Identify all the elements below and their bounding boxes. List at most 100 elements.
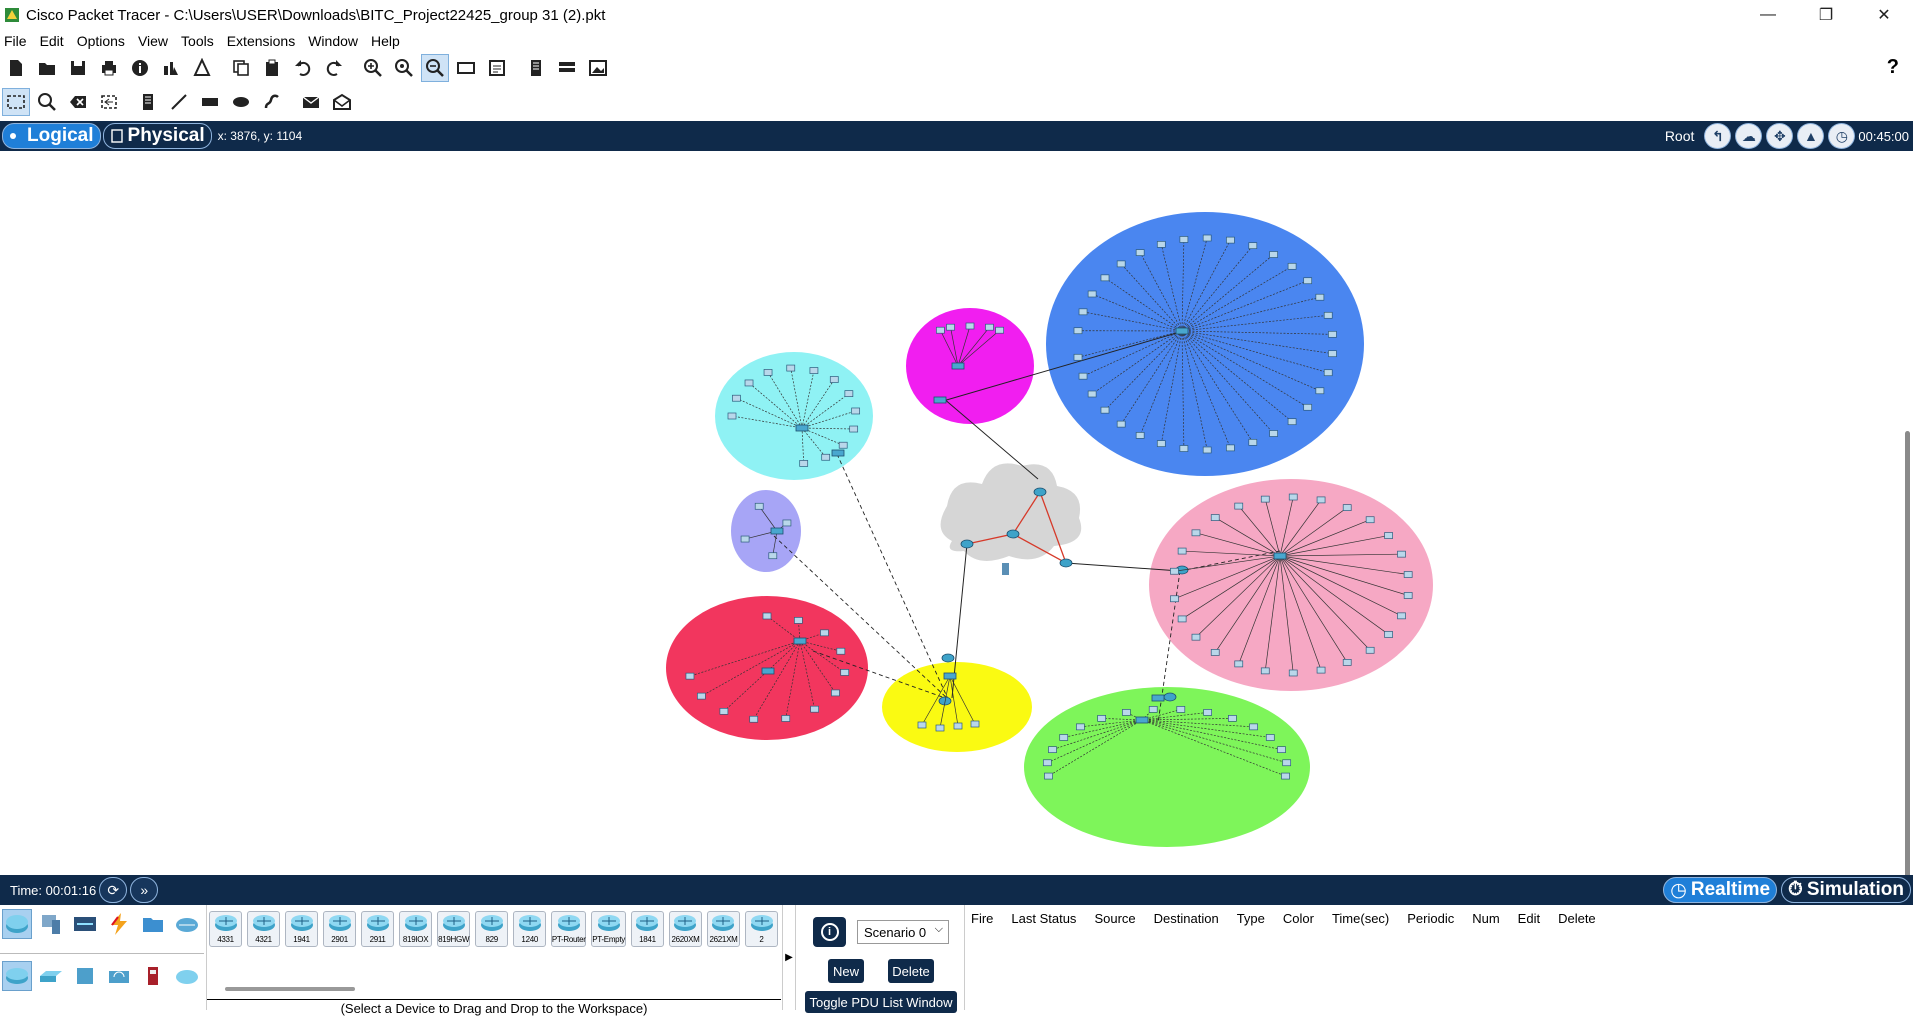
tab-logical[interactable]: Logical (2, 123, 101, 149)
print-icon[interactable] (95, 54, 123, 82)
connections-icon[interactable] (104, 909, 134, 939)
end-devices-icon[interactable] (36, 909, 66, 939)
network-topology[interactable] (0, 151, 1913, 875)
device-button[interactable]: 2620XM (669, 911, 702, 947)
device-button[interactable]: 829 (475, 911, 508, 947)
device-button[interactable]: 819HGW (437, 911, 470, 947)
custom-device-icon[interactable] (483, 54, 511, 82)
cloud-icon[interactable]: ☁ (1735, 123, 1762, 149)
routers-icon[interactable] (2, 961, 32, 991)
paste-icon[interactable] (258, 54, 286, 82)
rectangle-icon[interactable] (196, 88, 224, 116)
menu-view[interactable]: View (134, 33, 177, 49)
host-icon (1316, 388, 1324, 394)
move-icon[interactable]: ✥ (1766, 123, 1793, 149)
hubs-icon[interactable] (70, 961, 100, 991)
open-icon[interactable] (33, 54, 61, 82)
device-button[interactable]: 2911 (361, 911, 394, 947)
fast-forward-icon[interactable]: » (130, 877, 158, 903)
zoom-out-icon[interactable] (421, 54, 449, 82)
host-icon (996, 327, 1004, 333)
panel-splitter[interactable]: ▶ (782, 905, 796, 1010)
host-icon (720, 708, 728, 714)
new-scenario-button[interactable]: New (828, 959, 864, 983)
realtime-button[interactable]: ◷ Realtime (1663, 877, 1777, 903)
menu-tools[interactable]: Tools (177, 33, 223, 49)
undo-icon[interactable] (289, 54, 317, 82)
network-wizard-icon[interactable] (157, 54, 185, 82)
multiuser-icon[interactable] (172, 909, 202, 939)
device-button[interactable]: 2621XM (707, 911, 740, 947)
device-button[interactable]: 4321 (247, 911, 280, 947)
device-button[interactable]: 1841 (631, 911, 664, 947)
menu-file[interactable]: File (0, 33, 36, 49)
menu-help[interactable]: Help (367, 33, 409, 49)
host-icon (1079, 373, 1087, 379)
simple-pdu-icon[interactable] (297, 88, 325, 116)
miscellaneous-icon[interactable] (138, 909, 168, 939)
copy-icon[interactable] (227, 54, 255, 82)
delete-scenario-button[interactable]: Delete (888, 959, 934, 983)
ellipse-icon[interactable] (227, 88, 255, 116)
tab-physical[interactable]: Physical (103, 123, 212, 149)
scenario-info-button[interactable]: i (813, 917, 846, 947)
new-icon[interactable] (2, 54, 30, 82)
cluster-icon[interactable] (553, 54, 581, 82)
device-button[interactable]: 819IOX (399, 911, 432, 947)
simulation-button[interactable]: ⏱ Simulation (1781, 877, 1911, 903)
logical-workspace[interactable] (0, 151, 1913, 875)
device-button[interactable]: PT-Router (551, 911, 586, 947)
redo-icon[interactable] (320, 54, 348, 82)
device-label: 4331 (217, 935, 234, 944)
activity-wizard-icon[interactable] (188, 54, 216, 82)
scenario-select[interactable]: Scenario 0 ⌵ (857, 920, 949, 944)
network-devices-icon[interactable] (2, 909, 32, 939)
restore-button[interactable]: ❐ (1797, 0, 1855, 30)
zoom-reset-icon[interactable] (390, 54, 418, 82)
line-icon[interactable] (165, 88, 193, 116)
menu-edit[interactable]: Edit (36, 33, 73, 49)
device-label: 819HGW (438, 935, 469, 944)
pdu-column-header: Fire (971, 911, 993, 926)
inspect-icon[interactable] (33, 88, 61, 116)
switches-icon[interactable] (36, 961, 66, 991)
freeform-icon[interactable] (258, 88, 286, 116)
wireless-devices-icon[interactable] (104, 961, 134, 991)
zoom-in-icon[interactable] (359, 54, 387, 82)
device-button[interactable]: 1240 (513, 911, 546, 947)
info-icon[interactable] (126, 54, 154, 82)
background-image-icon[interactable]: ▲ (1797, 123, 1824, 149)
menu-options[interactable]: Options (73, 33, 134, 49)
image-icon[interactable] (584, 54, 612, 82)
device-button[interactable]: 2901 (323, 911, 356, 947)
device-list-scrollbar[interactable] (225, 987, 355, 991)
wan-emulation-icon[interactable] (172, 961, 202, 991)
device-button[interactable]: 2 (745, 911, 778, 947)
device-button[interactable]: 4331 (209, 911, 242, 947)
help-button[interactable]: ? (1887, 56, 1899, 79)
save-icon[interactable] (64, 54, 92, 82)
host-icon (936, 725, 944, 731)
back-icon[interactable]: ↰ (1704, 123, 1731, 149)
viewport-icon[interactable] (522, 54, 550, 82)
close-button[interactable]: ✕ (1855, 0, 1913, 30)
select-icon[interactable] (2, 88, 30, 116)
components-icon[interactable] (70, 909, 100, 939)
device-button[interactable]: PT-Empty (591, 911, 626, 947)
menu-extensions[interactable]: Extensions (223, 33, 304, 49)
workspace-scrollbar[interactable] (1905, 431, 1910, 921)
note-icon[interactable] (134, 88, 162, 116)
pdu-column-header: Destination (1154, 911, 1219, 926)
device-button[interactable]: 1941 (285, 911, 318, 947)
power-cycle-icon[interactable]: ⟳ (99, 877, 127, 903)
resize-icon[interactable] (95, 88, 123, 116)
security-icon[interactable] (138, 961, 168, 991)
drawing-palette-icon[interactable] (452, 54, 480, 82)
minimize-button[interactable]: — (1739, 0, 1797, 30)
complex-pdu-icon[interactable] (328, 88, 356, 116)
delete-icon[interactable] (64, 88, 92, 116)
switch-icon (762, 668, 774, 674)
physical-icon (110, 128, 124, 144)
host-icon (1101, 407, 1109, 413)
menu-window[interactable]: Window (304, 33, 367, 49)
